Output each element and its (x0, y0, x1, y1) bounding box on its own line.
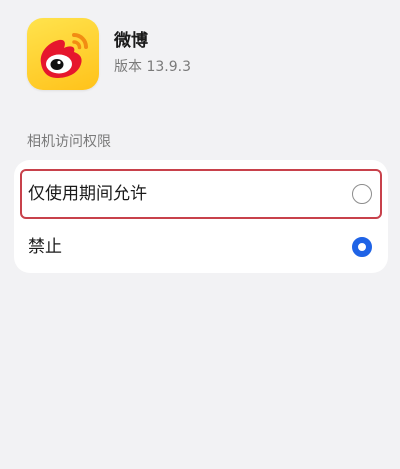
option-allow-while-using-label: 仅使用期间允许 (28, 184, 147, 204)
app-header: 微博 版本 13.9.3 (27, 18, 191, 90)
weibo-logo-graphic (40, 33, 88, 78)
app-name: 微博 (114, 31, 148, 51)
option-allow-while-using[interactable]: 仅使用期间允许 (20, 169, 382, 219)
radio-allow-while-using[interactable] (352, 184, 372, 204)
weibo-logo-icon (27, 18, 99, 90)
radio-deny[interactable] (352, 237, 372, 257)
section-title-camera-permission: 相机访问权限 (27, 134, 111, 150)
option-deny[interactable]: 禁止 (20, 223, 382, 271)
permission-options-card: 仅使用期间允许 禁止 (14, 160, 388, 273)
app-version: 版本 13.9.3 (114, 59, 191, 75)
app-meta: 微博 版本 13.9.3 (114, 30, 191, 76)
option-deny-label: 禁止 (28, 237, 62, 257)
